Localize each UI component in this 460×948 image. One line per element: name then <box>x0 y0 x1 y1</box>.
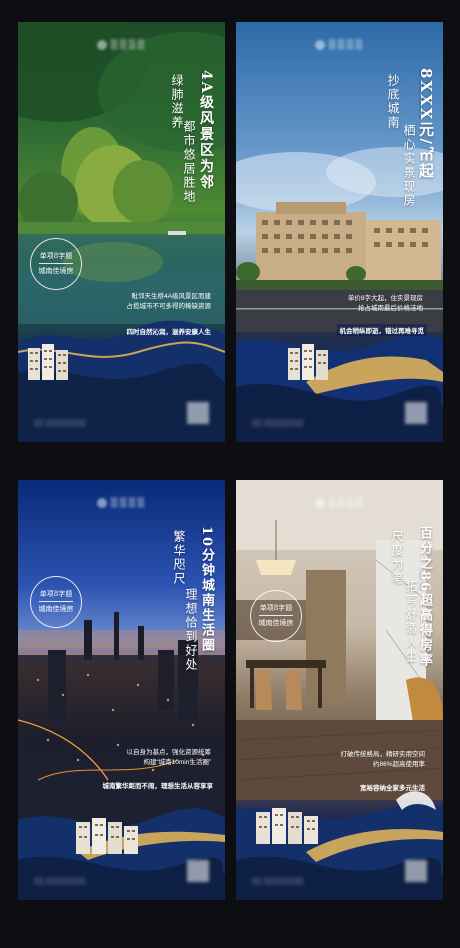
desc-line2: 抢占城南最后价格洼地 <box>358 305 423 313</box>
seal-line2: 城南佳境房 <box>258 618 294 627</box>
poster-title: 8XXX元/㎡起 <box>417 68 435 180</box>
seal-line1: 单项8字题 <box>39 252 73 260</box>
contact-footer: ▒▒ ▒▒▒▒▒▒▒▒ <box>252 860 427 888</box>
desc-line1: 毗邻天生桥4A级风景区而建 <box>131 293 211 300</box>
brand-logo: ▒▒▒▒ <box>18 498 225 509</box>
desc-line2: 约86%超高使用率 <box>372 761 425 769</box>
brand-logo: ▒▒▒▒ <box>236 498 443 509</box>
contact-footer: ▒▒ ▒▒▒▒▒▒▒▒ <box>34 402 209 430</box>
contact-footer: ▒▒ ▒▒▒▒▒▒▒▒ <box>34 860 209 888</box>
poster-price-art <box>236 147 443 442</box>
poster-price: ▒▒▒▒ 8XXX元/㎡起 抄底城南 栖心实景现房 单价8字大起，住实景现房 抢… <box>236 22 443 442</box>
poster-subtitle-line1: 繁华咫尺 <box>172 530 186 586</box>
desc-line1: 单价8字大起，住实景现房 <box>347 295 423 302</box>
building-icon <box>288 344 328 380</box>
poster-tagline: 宽裕容纳全家多元生活 <box>360 785 425 792</box>
project-seal: 单项8字题 城南佳境房 <box>250 590 302 642</box>
seal-line2: 城南佳境房 <box>38 266 74 275</box>
desc-line1: 打破传统格局，精研实用空间 <box>340 751 426 758</box>
contact-footer: ▒▒ ▒▒▒▒▒▒▒▒ <box>252 402 427 430</box>
project-seal: 单项8字题 城南佳境房 <box>30 238 82 290</box>
poster-subtitle-line1: 尺度为笔 <box>390 530 404 586</box>
poster-scenic: ▒▒▒▒ 4A级风景区为邻 绿肺滋养 都市悠居胜地 单项8字题 城南佳境房 毗邻… <box>18 22 225 442</box>
logo-mark-icon <box>314 40 325 50</box>
seal-line1: 单项8字题 <box>39 590 73 598</box>
project-seal: 单项8字题 城南佳境房 <box>30 576 82 628</box>
logo-mark-icon <box>96 498 107 508</box>
seal-line1: 单项8字题 <box>259 604 293 612</box>
brand-logo: ▒▒▒▒ <box>236 40 443 51</box>
poster-title: 10分钟城南生活圈 <box>199 526 214 654</box>
poster-interior: ▒▒▒▒ 百分之86超高得房率 尺度为笔 拓写舒适人生 单项8字题 城南佳境房 … <box>236 480 443 900</box>
poster-description: 打破传统格局，精研实用空间 约86%超高使用率 <box>341 750 426 771</box>
building-icon <box>256 808 318 844</box>
poster-tagline: 机会稍纵即逝，错过再难寻觅 <box>336 324 427 336</box>
logo-mark-icon <box>314 498 325 508</box>
building-icon <box>28 344 68 380</box>
qr-code-icon <box>405 402 427 424</box>
poster-subtitle-line2: 栖心实景现房 <box>402 124 416 208</box>
desc-line2: 占揽城市不可多得的稀缺资源 <box>126 303 212 311</box>
poster-title: 百分之86超高得房率 <box>417 526 432 669</box>
seal-line2: 城南佳境房 <box>38 604 74 613</box>
brand-logo: ▒▒▒▒ <box>18 40 225 51</box>
poster-description: 毗邻天生桥4A级风景区而建 占揽城市不可多得的稀缺资源 <box>127 292 212 313</box>
poster-tagline: 城南繁华距而不闹，理想生活从容享享 <box>102 783 214 790</box>
poster-tagline: 四时自然沁润，滋养安康人生 <box>126 329 212 336</box>
qr-code-icon <box>187 402 209 424</box>
desc-line1: 以自身为基点，强化资源统筹 <box>126 749 212 756</box>
poster-description: 单价8字大起，住实景现房 抢占城南最后价格洼地 <box>348 294 423 315</box>
poster-lifecircle: ▒▒▒▒ 10分钟城南生活圈 繁华咫尺 理想恰到好处 单项8字题 城南佳境房 以… <box>18 480 225 900</box>
building-icon <box>76 818 138 854</box>
poster-title: 4A级风景区为邻 <box>198 70 214 191</box>
poster-subtitle-line1: 抄底城南 <box>386 74 400 130</box>
qr-code-icon <box>405 860 427 882</box>
poster-subtitle-line2: 拓写舒适人生 <box>404 580 418 664</box>
poster-description: 以自身为基点，强化资源统筹 构建“城南10min生活圈” <box>127 748 212 769</box>
qr-code-icon <box>187 860 209 882</box>
poster-subtitle-line2: 都市悠居胜地 <box>182 120 196 204</box>
poster-subtitle-line2: 理想恰到好处 <box>184 588 198 672</box>
desc-line2: 构建“城南10min生活圈” <box>143 759 211 767</box>
logo-mark-icon <box>96 40 107 50</box>
